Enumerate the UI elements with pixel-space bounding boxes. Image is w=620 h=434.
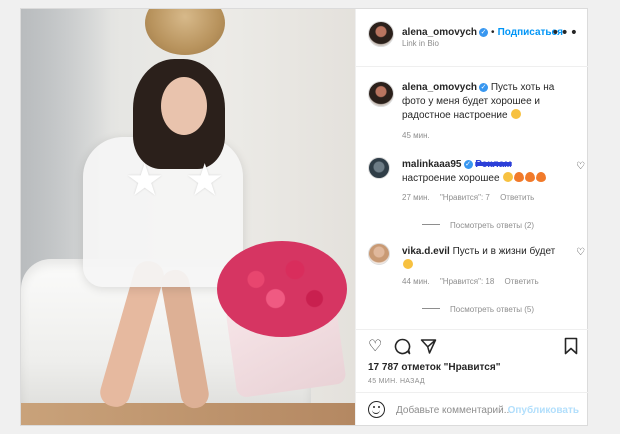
redacted-mention: Реклам — [475, 159, 512, 170]
comment-author-avatar[interactable] — [368, 157, 390, 179]
grinning-face-icon — [503, 172, 514, 182]
comment-reply-button[interactable]: Ответить — [505, 277, 539, 286]
header-separator: • — [491, 27, 495, 38]
comment-bubble-icon[interactable] — [394, 338, 411, 355]
post-location[interactable]: Link in Bio — [402, 39, 439, 48]
fire-icon — [525, 172, 536, 182]
view-replies-label[interactable]: Посмотреть ответы (2) — [450, 221, 534, 230]
comment-meta: 44 мин. "Нравится": 18 Ответить — [402, 277, 539, 286]
comment-text: Пусть и в жизни будет — [452, 246, 556, 257]
verified-badge-icon: ✓ — [479, 28, 489, 37]
publish-button[interactable]: Опубликовать — [508, 405, 579, 416]
likes-count[interactable]: 17 787 отметок "Нравится" — [368, 362, 500, 373]
save-bookmark-icon[interactable] — [564, 337, 578, 355]
comment-like-heart-icon[interactable]: ♡ — [576, 247, 585, 258]
header-line: alena_omovych ✓ • Подписаться — [402, 22, 563, 40]
post-side-panel: alena_omovych ✓ • Подписаться Link in Bio •… — [355, 9, 589, 425]
comment-likes[interactable]: "Нравится": 7 — [440, 193, 490, 202]
grinning-face-icon — [403, 259, 413, 269]
add-comment-input[interactable]: Добавьте комментарий... — [396, 405, 512, 416]
post-actions: ♡ 17 787 отметок "Нравится" 45 МИН. НАЗА… — [356, 329, 589, 425]
comment-likes[interactable]: "Нравится": 18 — [440, 277, 494, 286]
post-header: alena_omovych ✓ • Подписаться Link in Bio •… — [356, 9, 589, 67]
comment-time: 27 мин. — [402, 193, 430, 202]
post-time-ago: 45 МИН. НАЗАД — [368, 378, 425, 385]
replies-line — [422, 224, 440, 225]
verified-badge-icon: ✓ — [463, 160, 473, 169]
comment-author-avatar[interactable] — [368, 243, 390, 265]
like-heart-icon[interactable]: ♡ — [368, 336, 382, 355]
comment-time: 44 мин. — [402, 277, 430, 286]
view-replies-label[interactable]: Посмотреть ответы (5) — [450, 305, 534, 314]
verified-badge-icon: ✓ — [479, 83, 489, 92]
caption-text-block: alena_omovych ✓ Пусть хоть на фото у меня… — [402, 81, 578, 123]
comment-reply-button[interactable]: Ответить — [500, 193, 534, 202]
fire-icon — [514, 172, 525, 182]
replies-line — [422, 308, 440, 309]
caption-author-avatar[interactable] — [368, 81, 394, 107]
photo-lamp — [145, 9, 225, 55]
comment-author[interactable]: malinkaaa95 — [402, 159, 462, 170]
add-comment-bar: Добавьте комментарий... Опубликовать — [356, 392, 589, 426]
comment-like-heart-icon[interactable]: ♡ — [576, 161, 585, 172]
share-paper-plane-icon[interactable] — [420, 338, 437, 355]
censor-star-icon: ★ — [125, 155, 165, 206]
emoji-smile-icon[interactable] — [368, 401, 385, 418]
view-replies[interactable]: Посмотреть ответы (5) — [422, 299, 534, 317]
caption-time: 45 мин. — [402, 131, 430, 140]
comment-author[interactable]: vika.d.evil — [402, 246, 450, 257]
comment-meta: 27 мин. "Нравится": 7 Ответить — [402, 193, 534, 202]
fire-icon — [536, 172, 547, 182]
photo-person-face — [161, 77, 207, 135]
censor-star-icon: ★ — [185, 155, 225, 206]
comment-text: настроение хорошее — [402, 173, 500, 184]
slightly-frowning-face-icon — [511, 109, 522, 119]
comments-area: alena_omovych ✓ Пусть хоть на фото у меня… — [356, 67, 589, 329]
more-horizontal-icon[interactable]: ••• — [551, 25, 579, 41]
post-photo[interactable]: ★ ★ — [21, 9, 355, 425]
instagram-post: ★ ★ alena_omovych ✓ • Подписаться Link in B… — [20, 8, 589, 426]
author-username[interactable]: alena_omovych — [402, 27, 477, 38]
author-avatar[interactable] — [368, 21, 394, 47]
comment-text-block: vika.d.evil Пусть и в жизни будет — [402, 245, 568, 273]
view-replies[interactable]: Посмотреть ответы (2) — [422, 215, 534, 233]
photo-bouquet-roses — [217, 241, 347, 337]
comment-text-block: malinkaaa95 ✓ Реклам настроение хорошее — [402, 158, 568, 186]
screenshot-frame: ★ ★ alena_omovych ✓ • Подписаться Link in B… — [0, 0, 620, 434]
caption-author[interactable]: alena_omovych — [402, 82, 477, 93]
